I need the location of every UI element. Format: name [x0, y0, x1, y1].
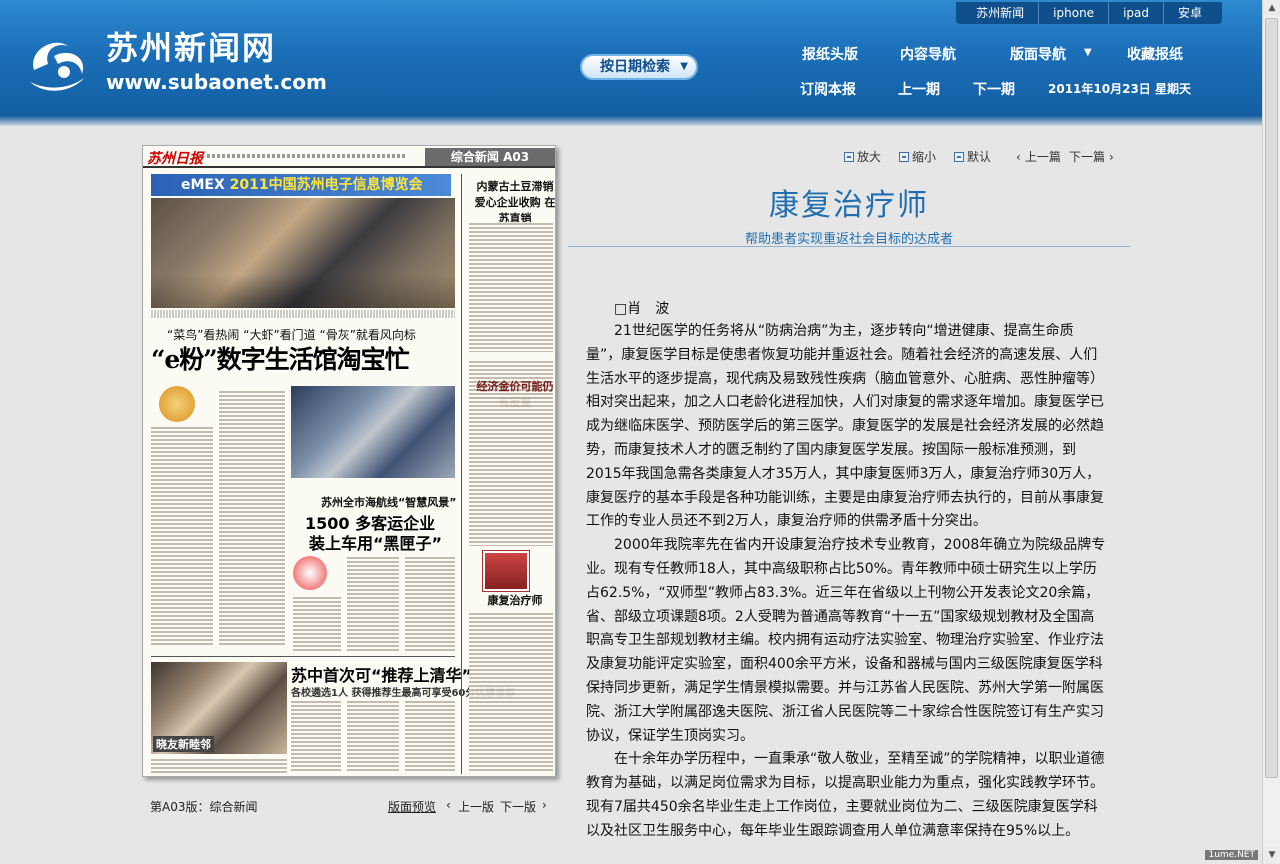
- top-link-android[interactable]: 安卓: [1162, 2, 1216, 24]
- top-link-iphone[interactable]: iphone: [1038, 2, 1108, 24]
- prev-page-link[interactable]: 上一版: [458, 798, 494, 815]
- article2-headline-line2[interactable]: 装上车用“黑匣子”: [309, 530, 442, 554]
- rehab-college-logo: [482, 550, 530, 592]
- article3-headline[interactable]: 苏中首次可“推荐上清华”: [291, 662, 472, 686]
- expo-photo[interactable]: [151, 198, 455, 308]
- top-link-suzhou-news[interactable]: 苏州新闻: [962, 2, 1038, 24]
- right-article2-body[interactable]: [469, 396, 553, 546]
- article-title: 康复治疗师: [769, 188, 929, 223]
- date-search-label: 按日期检索: [600, 59, 670, 75]
- emex-logo: eMEX: [181, 177, 225, 193]
- article-author: □肖 波: [614, 301, 670, 317]
- next-article-link[interactable]: 下一篇 ›: [1069, 148, 1114, 165]
- vertical-scrollbar[interactable]: ▲ ▼: [1262, 0, 1280, 864]
- zoom-in-button[interactable]: 放大: [844, 148, 881, 165]
- site-header: 苏州新闻 iphone ipad 安卓 苏州新闻网 www.subaonet.c…: [0, 0, 1262, 116]
- alumni-photo-caption: 晓友新睦邻: [153, 736, 214, 752]
- article3-body-col2[interactable]: [347, 700, 399, 772]
- chevron-right-icon: ›: [1109, 149, 1114, 164]
- article2-body-col3[interactable]: [405, 556, 455, 652]
- nav-layout[interactable]: 版面导航: [1010, 44, 1066, 64]
- article2-body-col2[interactable]: [347, 556, 399, 652]
- page-label: 第A03版：综合新闻: [150, 800, 258, 814]
- nav-front-page[interactable]: 报纸头版: [802, 44, 858, 64]
- article2-body-col1[interactable]: [293, 596, 341, 652]
- zoom-out-button[interactable]: 缩小: [899, 148, 936, 165]
- logo-swirl-icon: [30, 42, 84, 91]
- top-links: 苏州新闻 iphone ipad 安卓: [956, 2, 1222, 24]
- default-size-icon: [954, 151, 964, 162]
- right-article1-body[interactable]: [469, 222, 553, 352]
- nav-subscribe[interactable]: 订阅本报: [800, 79, 856, 99]
- page-masthead: 苏州日报 综合新闻 A03: [143, 146, 555, 168]
- chevron-left-icon: ‹: [446, 798, 451, 812]
- article-paragraph: 在十余年办学历程中，一直秉承“敬人敬业，至精至诚”的学院精神，以职业道德教育为基…: [586, 751, 1105, 839]
- date-search-button[interactable]: 按日期检索 ▼: [580, 54, 698, 80]
- newspaper-page-image[interactable]: 苏州日报 综合新闻 A03 eMEX 2011中国苏州电子信息博览会 “菜鸟”看…: [142, 145, 556, 777]
- photo-caption: [151, 310, 455, 318]
- default-size-button[interactable]: 默认: [954, 148, 991, 165]
- article-body: 21世纪医学的任务将从“防病治病”为主，逐步转向“增进健康、提高生命质量”，康复…: [586, 320, 1108, 844]
- article3-body-col3[interactable]: [405, 700, 455, 772]
- chevron-down-icon: ▼: [680, 61, 688, 72]
- zoom-out-label: 缩小: [912, 150, 937, 164]
- article2-kicker: 苏州全市海航线“智慧风景”: [321, 496, 457, 509]
- page-preview-link[interactable]: 版面预览: [388, 798, 436, 815]
- scroll-down-arrow-icon[interactable]: ▼: [1263, 847, 1280, 864]
- masthead-logo: 苏州日报: [147, 151, 203, 167]
- article3-body-col1[interactable]: [291, 700, 341, 772]
- next-page-link[interactable]: 下一版: [500, 798, 536, 815]
- article-paragraph: 21世纪医学的任务将从“防病治病”为主，逐步转向“增进健康、提高生命质量”，康复…: [586, 323, 1104, 530]
- scrollbar-thumb[interactable]: [1265, 18, 1278, 778]
- award-badge-icon: [293, 556, 327, 590]
- zoom-out-icon: [899, 151, 909, 162]
- chevron-left-icon: ‹: [1016, 149, 1021, 164]
- right-article3-body[interactable]: [469, 612, 553, 772]
- header-divider: [0, 116, 1262, 126]
- zoom-in-icon: [844, 151, 854, 162]
- title-divider: [568, 246, 1130, 247]
- prev-article-label: 上一篇: [1024, 150, 1061, 164]
- section-label: 综合新闻 A03: [425, 148, 555, 166]
- alumni-photo-text[interactable]: [151, 758, 287, 774]
- right-article3-headline[interactable]: 康复治疗师: [473, 592, 555, 608]
- masthead-meta: [207, 154, 407, 158]
- chevron-down-icon: ▼: [1084, 47, 1092, 58]
- page-divider: [151, 656, 455, 657]
- issue-date: 2011年10月23日 星期天: [1048, 82, 1191, 96]
- nav-next-issue[interactable]: 下一期: [973, 79, 1015, 99]
- cartoon-avatar: [159, 386, 195, 422]
- logo-text-en: www.subaonet.com: [106, 70, 327, 94]
- nav-content[interactable]: 内容导航: [900, 44, 956, 64]
- article-subtitle: 帮助患者实现重返社会目标的达成者: [744, 232, 953, 247]
- default-size-label: 默认: [967, 150, 992, 164]
- nav-bookmark[interactable]: 收藏报纸: [1127, 44, 1183, 64]
- scroll-up-arrow-icon[interactable]: ▲: [1263, 0, 1280, 17]
- column-divider: [461, 174, 462, 774]
- emex-title: 2011中国苏州电子信息博览会: [229, 177, 423, 193]
- article1-headline[interactable]: “e粉”数字生活馆淘宝忙: [151, 340, 410, 376]
- shop-photo[interactable]: [291, 386, 455, 478]
- chevron-right-icon: ›: [542, 798, 547, 812]
- watermark: 1ume.NET: [1205, 850, 1258, 860]
- article1-body-col1[interactable]: [151, 426, 213, 646]
- article-paragraph: 2000年我院率先在省内开设康复治疗技术专业教育，2008年确立为院级品牌专业。…: [586, 537, 1106, 744]
- nav-prev-issue[interactable]: 上一期: [898, 79, 940, 99]
- site-logo[interactable]: 苏州新闻网 www.subaonet.com: [24, 28, 327, 100]
- next-article-label: 下一篇: [1069, 150, 1106, 164]
- right-article1-headline[interactable]: 内蒙古土豆滞销 爱心企业收购 在苏直销: [473, 178, 555, 226]
- top-link-ipad[interactable]: ipad: [1108, 2, 1163, 24]
- zoom-in-label: 放大: [857, 150, 882, 164]
- emex-banner[interactable]: eMEX 2011中国苏州电子信息博览会: [151, 174, 451, 196]
- article1-body-col2[interactable]: [219, 390, 285, 646]
- logo-text-cn: 苏州新闻网: [106, 29, 277, 67]
- prev-article-link[interactable]: ‹ 上一篇: [1016, 148, 1061, 165]
